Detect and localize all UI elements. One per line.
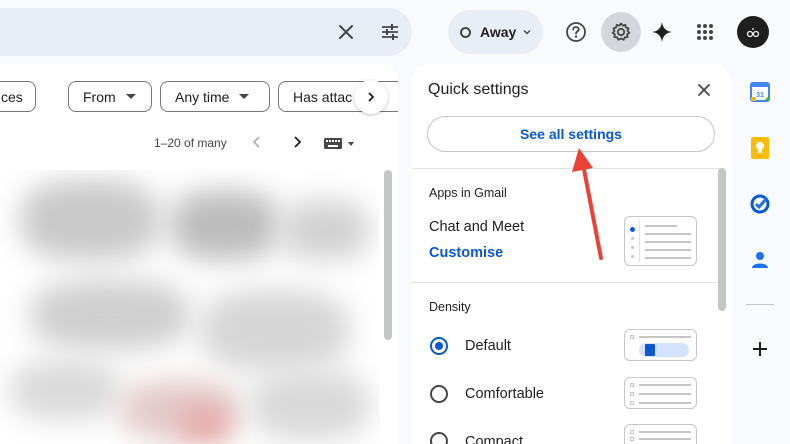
close-quick-settings-button[interactable] — [692, 78, 716, 102]
filter-chip-label: Any time — [175, 88, 230, 105]
input-tools-button[interactable] — [324, 137, 358, 155]
density-compact-preview — [624, 424, 697, 444]
apps-section-heading: Apps in Gmail — [429, 186, 507, 200]
caret-down-icon — [239, 94, 250, 99]
next-page-button[interactable] — [290, 134, 304, 155]
filter-chip-from[interactable]: From — [68, 81, 152, 112]
gemini-button[interactable] — [642, 12, 682, 52]
contacts-icon — [752, 252, 768, 268]
keyboard-icon — [324, 138, 354, 149]
tasks-icon — [750, 194, 770, 214]
help-icon — [566, 22, 586, 42]
calendar-icon: 31 — [750, 82, 770, 102]
tasks-app-button[interactable] — [749, 193, 771, 215]
clear-search-button[interactable] — [326, 12, 366, 52]
chat-meet-preview — [624, 216, 697, 266]
quick-settings-scrollbar[interactable] — [718, 168, 726, 311]
close-icon — [698, 84, 710, 96]
see-all-settings-button[interactable]: See all settings — [427, 116, 715, 152]
chevron-down-icon — [523, 30, 531, 35]
density-option-label: Compact — [465, 434, 524, 444]
redacted-message-list — [0, 170, 380, 444]
close-icon — [339, 25, 353, 39]
chevron-left-icon — [252, 136, 260, 148]
status-dot-icon — [460, 26, 471, 38]
filter-chip-any-time[interactable]: Any time — [160, 81, 270, 112]
divider — [412, 282, 720, 283]
contacts-app-button[interactable] — [749, 249, 771, 271]
chips-scroll-right-button[interactable] — [354, 80, 388, 114]
help-button[interactable] — [556, 12, 596, 52]
search-options-icon — [382, 24, 398, 40]
filter-chip-partial[interactable]: ces — [0, 81, 36, 112]
svg-text:31: 31 — [756, 92, 764, 99]
density-comfortable-preview — [624, 377, 697, 409]
status-label: Away — [480, 24, 517, 40]
chevron-right-icon — [294, 136, 302, 148]
apps-grid-button[interactable] — [685, 12, 725, 52]
density-section-heading: Density — [429, 300, 471, 314]
settings-icon — [611, 22, 631, 41]
density-default-preview — [624, 329, 697, 361]
density-default-radio[interactable] — [430, 337, 448, 355]
divider — [412, 168, 720, 169]
filter-chip-label: From — [83, 88, 116, 105]
density-compact-radio[interactable] — [430, 432, 448, 444]
gemini-icon — [652, 22, 672, 42]
account-avatar[interactable] — [737, 16, 769, 48]
settings-button[interactable] — [601, 12, 641, 52]
mail-list-panel: ces From Any time Has attac 1–20 of many — [0, 64, 398, 444]
keep-app-button[interactable] — [749, 137, 771, 159]
density-option-label: Default — [465, 338, 511, 354]
add-app-button[interactable] — [749, 338, 771, 360]
filter-chip-label: ces — [1, 88, 23, 105]
customise-link[interactable]: Customise — [429, 245, 503, 261]
search-bar[interactable] — [0, 8, 412, 56]
calendar-app-button[interactable]: 31 — [749, 81, 771, 103]
add-icon — [753, 342, 767, 356]
mail-list-scrollbar[interactable] — [384, 170, 392, 340]
quick-settings-panel: Quick settings See all settings Apps in … — [412, 64, 730, 444]
quick-settings-title: Quick settings — [428, 81, 529, 98]
density-option-label: Comfortable — [465, 386, 544, 402]
keep-icon — [751, 137, 769, 159]
avatar-glyph-icon — [746, 28, 760, 38]
chevron-right-icon — [368, 92, 375, 102]
search-options-button[interactable] — [370, 12, 410, 52]
prev-page-button[interactable] — [250, 134, 264, 155]
caret-down-icon — [125, 94, 136, 99]
top-bar: Away — [0, 0, 790, 64]
divider — [746, 304, 774, 305]
filter-chip-label: Has attac — [293, 88, 353, 105]
pager-range: 1–20 of many — [154, 136, 227, 150]
side-panel: 31 — [730, 64, 790, 444]
status-chip[interactable]: Away — [448, 10, 543, 54]
apps-grid-icon — [697, 24, 713, 40]
chat-meet-label: Chat and Meet — [429, 219, 525, 235]
density-comfortable-radio[interactable] — [430, 385, 448, 403]
